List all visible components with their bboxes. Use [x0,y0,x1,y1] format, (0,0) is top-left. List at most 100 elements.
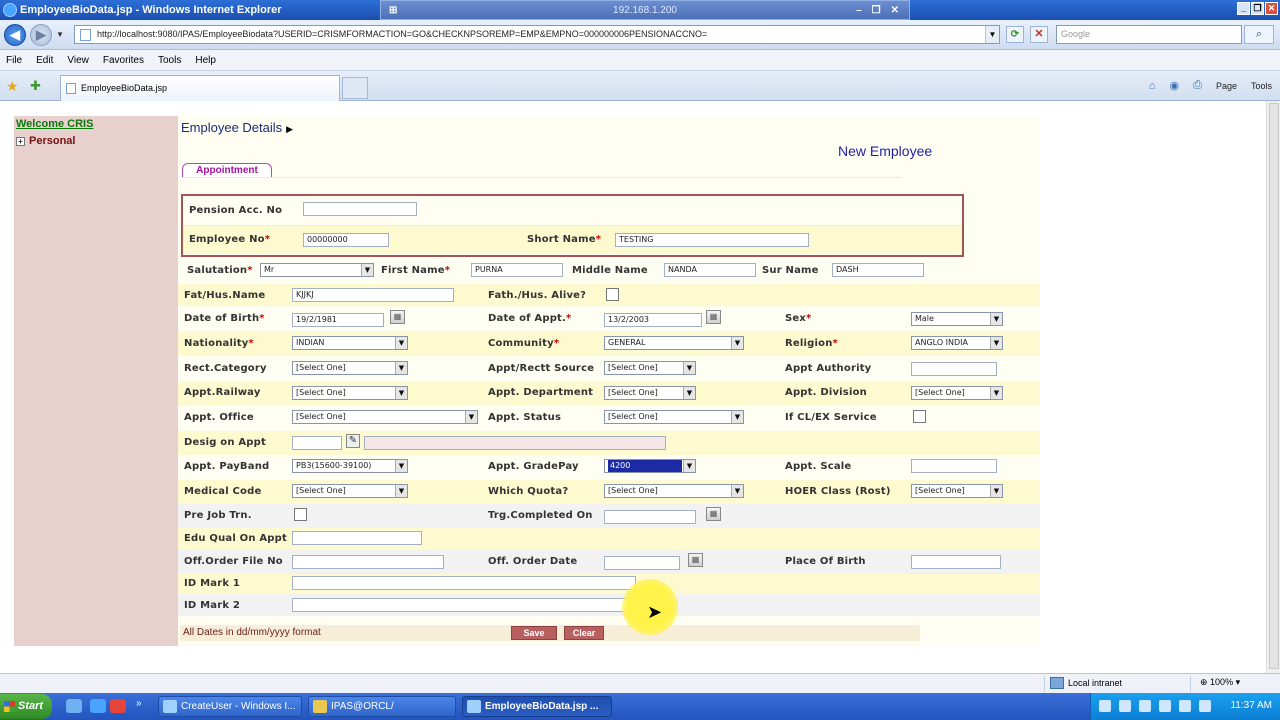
minimize-button[interactable]: _ [1237,2,1250,15]
calendar-icon[interactable]: ▦ [688,553,703,567]
url-input[interactable]: http://localhost:9080/IPAS/EmployeeBioda… [74,25,1000,44]
appt-division-select[interactable]: [Select One] ▼ [911,386,1003,400]
feeds-icon[interactable]: ◉ [1170,79,1180,92]
forward-button[interactable]: ▶ [30,24,52,46]
security-icon[interactable] [1179,700,1191,712]
vertical-scrollbar[interactable] [1266,101,1280,673]
appt-scale-input[interactable] [911,459,997,473]
tools-menu[interactable]: Tools [1251,81,1272,91]
scrollbar-thumb[interactable] [1269,103,1279,669]
menu-tools[interactable]: Tools [158,55,181,66]
chrome-quicklaunch-icon[interactable] [110,699,126,713]
middle-name-input[interactable]: NANDA [664,263,756,277]
toolbox-icon[interactable] [1139,700,1151,712]
trg-completed-input[interactable] [604,510,696,524]
rdp-close-button[interactable]: ✕ [891,5,899,16]
show-desktop-icon[interactable] [66,699,82,713]
tab-employee-biodata[interactable]: EmployeeBioData.jsp [60,75,340,101]
home-icon[interactable]: ⌂ [1149,80,1156,92]
quicklaunch-more-icon[interactable]: » [136,698,142,709]
cl-ex-service-checkbox[interactable] [913,410,926,423]
appt-rectt-source-select[interactable]: [Select One] ▼ [604,361,696,375]
menu-favorites[interactable]: Favorites [103,55,144,66]
stop-icon[interactable]: ✕ [1030,26,1048,43]
ie-quicklaunch-icon[interactable] [90,699,106,713]
save-button[interactable]: Save [511,626,557,640]
calendar-icon[interactable]: ▦ [706,310,721,324]
appt-department-select[interactable]: [Select One] ▼ [604,386,696,400]
clock[interactable]: 11:37 AM [1230,700,1272,711]
search-icon[interactable]: ⌕ [1244,25,1274,44]
fath-alive-checkbox[interactable] [606,288,619,301]
doa-input[interactable]: 13/2/2003 [604,313,702,327]
pension-acc-input[interactable] [303,202,417,216]
menu-help[interactable]: Help [195,55,216,66]
sex-select[interactable]: Male ▼ [911,312,1003,326]
appt-railway-select[interactable]: [Select One] ▼ [292,386,408,400]
gradepay-select[interactable]: 4200 ▼ [604,459,696,473]
dob-input[interactable]: 19/2/1981 [292,313,384,327]
task-ipas[interactable]: IPAS@ORCL/ [308,696,456,717]
pin-icon[interactable]: ⊞ [389,5,397,16]
fat-hus-name-input[interactable]: KJJKJ [292,288,454,302]
medical-code-select[interactable]: [Select One] ▼ [292,484,408,498]
expand-icon[interactable]: + [16,136,25,146]
hoer-class-select[interactable]: [Select One] ▼ [911,484,1003,498]
id-mark2-input[interactable] [292,598,636,612]
network-icon[interactable] [1119,700,1131,712]
display-icon[interactable] [1199,700,1211,712]
id-mark1-input[interactable] [292,576,636,590]
menu-view[interactable]: View [67,55,89,66]
add-favorites-icon[interactable]: ✚ [30,78,41,94]
sur-name-input[interactable]: DASH [832,263,924,277]
new-tab-button[interactable] [342,77,368,99]
close-button[interactable]: ✕ [1265,2,1278,15]
rdp-minimize-button[interactable]: – [856,5,862,16]
calendar-icon[interactable]: ▦ [390,310,405,324]
salutation-select[interactable]: Mr ▼ [260,263,374,277]
employee-no-input[interactable]: 00000000 [303,233,389,247]
payband-select[interactable]: PB3(15600-39100) ▼ [292,459,408,473]
calendar-icon[interactable]: ▦ [706,507,721,521]
zoom-control[interactable]: ⊕ 100% ▾ [1200,677,1240,688]
task-createuser[interactable]: CreateUser - Windows I... [158,696,302,717]
community-select[interactable]: GENERAL ▼ [604,336,744,350]
url-dropdown[interactable]: ▼ [985,26,999,43]
off-order-file-input[interactable] [292,555,444,569]
back-button[interactable]: ◀ [4,24,26,46]
appt-status-select[interactable]: [Select One] ▼ [604,410,744,424]
welcome-link[interactable]: Welcome CRIS [16,118,93,130]
page-menu[interactable]: Page [1216,81,1237,91]
menu-edit[interactable]: Edit [36,55,53,66]
off-order-date-input[interactable] [604,556,680,570]
first-name-input[interactable]: PURNA [471,263,563,277]
nationality-select[interactable]: INDIAN ▼ [292,336,408,350]
favorites-star-icon[interactable]: ★ [6,78,19,95]
edit-icon[interactable]: ✎ [346,434,360,448]
security-zone[interactable]: Local intranet [1050,677,1122,689]
clear-button[interactable]: Clear [564,626,604,640]
task-employee-biodata[interactable]: EmployeeBioData.jsp ... [462,696,612,717]
rdp-restore-button[interactable]: ❐ [872,5,881,16]
which-quota-select[interactable]: [Select One] ▼ [604,484,744,498]
appt-office-select[interactable]: [Select One] ▼ [292,410,478,424]
start-button[interactable]: Start [0,694,52,719]
desig-code-input[interactable] [292,436,342,450]
refresh-icon[interactable]: ⟳ [1006,26,1024,43]
volume-icon[interactable] [1159,700,1171,712]
recent-pages-dropdown[interactable]: ▼ [56,30,64,39]
help-icon[interactable] [1099,700,1111,712]
personal-node[interactable]: + Personal [16,135,75,147]
rect-category-select[interactable]: [Select One] ▼ [292,361,408,375]
maximize-button[interactable]: ❐ [1251,2,1264,15]
pre-job-trn-checkbox[interactable] [294,508,307,521]
short-name-input[interactable]: TESTING [615,233,809,247]
print-icon[interactable]: ⎙ [1193,79,1202,92]
menu-file[interactable]: File [6,55,22,66]
tab-appointment[interactable]: Appointment [182,163,272,178]
religion-select[interactable]: ANGLO INDIA ▼ [911,336,1003,350]
place-of-birth-input[interactable] [911,555,1001,569]
edu-qual-input[interactable] [292,531,422,545]
appt-authority-input[interactable] [911,362,997,376]
search-input[interactable]: Google [1056,25,1242,44]
